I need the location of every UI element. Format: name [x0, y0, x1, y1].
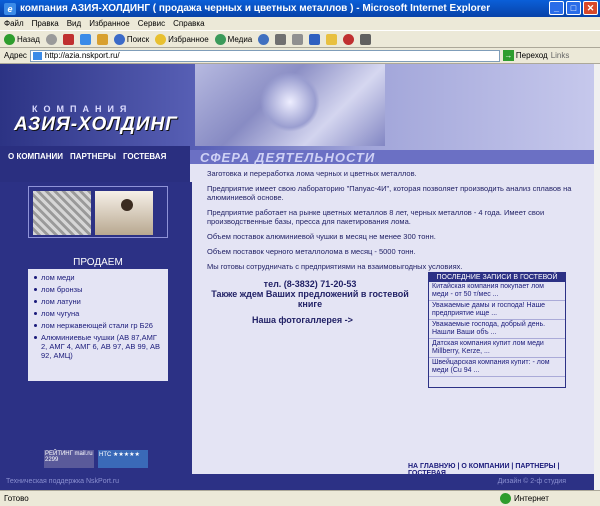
- sells-box: ПРОДАЕМ лом меди лом бронзы лом латуни л…: [27, 256, 169, 382]
- address-label: Адрес: [4, 51, 27, 60]
- zone-label: Интернет: [514, 494, 549, 503]
- address-bar: Адрес http://azia.nskport.ru/ → Переход …: [0, 48, 600, 64]
- content-paragraph: Объем поставок алюминиевой чушки в месяц…: [207, 232, 436, 241]
- guestbook-entry[interactable]: Датская компания купит лом меди Millberr…: [429, 339, 565, 358]
- history-icon[interactable]: [258, 33, 270, 45]
- home-icon[interactable]: [96, 33, 108, 45]
- search-label: Поиск: [126, 34, 150, 44]
- folder-icon[interactable]: [326, 33, 338, 45]
- toolbar: Назад Поиск Избранное Медиа: [0, 30, 600, 48]
- content-paragraph: Предприятие имеет свою лабораторию "Папу…: [207, 184, 572, 202]
- nav-about[interactable]: О КОМПАНИИ: [8, 152, 63, 161]
- contact-block: тел. (8-3832) 71-20-53 Также ждем Ваших …: [210, 279, 410, 309]
- page-viewport: КОМПАНИЯ АЗИЯ-ХОЛДИНГ О КОМПАНИИ ПАРТНЕР…: [0, 64, 594, 490]
- sells-item[interactable]: лом латуни: [34, 297, 164, 306]
- photo-thumbnails: [28, 186, 168, 238]
- print-icon[interactable]: [292, 33, 304, 45]
- menu-edit[interactable]: Правка: [32, 19, 59, 28]
- sells-title: ПРОДАЕМ: [28, 257, 168, 269]
- nav-guestbook[interactable]: ГОСТЕВАЯ: [123, 152, 166, 161]
- site-logo[interactable]: АЗИЯ-ХОЛДИНГ: [14, 114, 178, 136]
- status-text: Готово: [4, 494, 29, 503]
- ie-icon: e: [4, 2, 16, 15]
- close-button[interactable]: ✕: [583, 1, 598, 15]
- search-icon: [113, 33, 125, 45]
- main-nav: О КОМПАНИИ ПАРТНЕРЫ ГОСТЕВАЯ: [8, 152, 166, 161]
- menu-tools[interactable]: Сервис: [138, 19, 165, 28]
- refresh-icon[interactable]: [79, 33, 91, 45]
- sells-item[interactable]: лом нержавеющей стали гр Б26: [34, 321, 164, 330]
- window-titlebar: e компания АЗИЯ-ХОЛДИНГ ( продажа черных…: [0, 0, 600, 17]
- tech-support-link[interactable]: Техническая поддержка NskPort.ru: [6, 478, 119, 485]
- sells-item[interactable]: лом чугуна: [34, 309, 164, 318]
- media-label: Медиа: [227, 34, 253, 44]
- media-button[interactable]: Медиа: [214, 33, 253, 45]
- guestbook-title: ПОСЛЕДНИЕ ЗАПИСИ В ГОСТЕВОЙ: [429, 273, 565, 282]
- messenger-icon[interactable]: [360, 33, 372, 45]
- design-credit[interactable]: Дизайн © 2-ф студия: [498, 478, 566, 485]
- guestbook-entry[interactable]: Уважаемые дамы и господа! Наше предприят…: [429, 301, 565, 320]
- security-zone: Интернет: [500, 493, 549, 504]
- sells-list: лом меди лом бронзы лом латуни лом чугун…: [28, 269, 168, 360]
- go-button[interactable]: → Переход: [502, 50, 548, 61]
- stop-icon[interactable]: [62, 33, 74, 45]
- maximize-button[interactable]: □: [566, 1, 581, 15]
- content-paragraph: Мы готовы сотрудничать с предприятиями н…: [207, 262, 463, 271]
- forward-arrow-icon[interactable]: [45, 33, 57, 45]
- content-paragraph: Предприятие работает на рынке цветных ме…: [207, 208, 545, 226]
- menu-help[interactable]: Справка: [173, 19, 204, 28]
- star-icon: [155, 33, 167, 45]
- content-paragraph: Заготовка и переработка лома черных и цв…: [207, 169, 417, 178]
- minimize-button[interactable]: _: [549, 1, 564, 15]
- edit-icon[interactable]: [309, 33, 321, 45]
- media-icon: [214, 33, 226, 45]
- main-content: Заготовка и переработка лома черных и цв…: [207, 169, 582, 277]
- content-paragraph: Объем поставок черного металлолома в мес…: [207, 247, 416, 256]
- mail-icon[interactable]: [275, 33, 287, 45]
- rating-counter-value: 2299: [45, 457, 59, 463]
- guestbook-entry[interactable]: Уважаемые господа, добрый день. Нашли Ва…: [429, 320, 565, 339]
- go-arrow-icon: →: [502, 50, 514, 61]
- links-label[interactable]: Links: [551, 51, 570, 60]
- logo-subtitle: КОМПАНИЯ: [32, 104, 133, 114]
- go-label: Переход: [515, 51, 548, 60]
- menu-file[interactable]: Файл: [4, 19, 24, 28]
- footer-bar: Техническая поддержка NskPort.ru Дизайн …: [0, 474, 594, 490]
- favorites-label: Избранное: [168, 34, 209, 44]
- sells-item[interactable]: Алюминиевые чушки (АВ 87,АМГ 2, АМГ 4, А…: [34, 333, 164, 360]
- favorites-button[interactable]: Избранное: [155, 33, 209, 45]
- guestbook-entry[interactable]: Швейцарская компания купит: - лом меди (…: [429, 358, 565, 377]
- at-icon[interactable]: [343, 33, 355, 45]
- photo-gallery-link[interactable]: Наша фотогаллерея ->: [252, 315, 353, 325]
- counters: РЕЙТИНГ mail.ru 2299 HTC ★★★★★: [44, 450, 148, 468]
- address-input[interactable]: http://azia.nskport.ru/: [29, 49, 500, 62]
- guestbook-invite[interactable]: Также ждем Ваших предложений в гостевой …: [210, 289, 410, 309]
- office-photo[interactable]: [95, 191, 153, 235]
- menu-favorites[interactable]: Избранное: [89, 19, 130, 28]
- sells-item[interactable]: лом меди: [34, 273, 164, 282]
- guestbook-box: ПОСЛЕДНИЕ ЗАПИСИ В ГОСТЕВОЙ Китайская ко…: [428, 272, 566, 388]
- back-button[interactable]: Назад: [4, 33, 40, 45]
- htc-counter[interactable]: HTC ★★★★★: [98, 450, 148, 468]
- menu-bar: Файл Правка Вид Избранное Сервис Справка: [0, 17, 600, 30]
- sells-item[interactable]: лом бронзы: [34, 285, 164, 294]
- back-label: Назад: [17, 34, 40, 44]
- rating-counter[interactable]: РЕЙТИНГ mail.ru 2299: [44, 450, 94, 468]
- scrap-metal-photo[interactable]: [33, 191, 91, 235]
- nav-partners[interactable]: ПАРТНЕРЫ: [70, 152, 116, 161]
- back-arrow-icon: [4, 33, 15, 45]
- globe-icon: [500, 493, 511, 504]
- search-button[interactable]: Поиск: [113, 33, 150, 45]
- vertical-scrollbar[interactable]: [594, 64, 600, 490]
- section-title: СФЕРА ДЕЯТЕЛЬНОСТИ: [200, 150, 376, 165]
- status-bar: Готово Интернет: [0, 490, 600, 506]
- header-photo-accent: [260, 72, 320, 132]
- menu-view[interactable]: Вид: [67, 19, 81, 28]
- phone-number: тел. (8-3832) 71-20-53: [263, 279, 357, 289]
- window-title: компания АЗИЯ-ХОЛДИНГ ( продажа черных и…: [20, 3, 491, 14]
- guestbook-entry[interactable]: Китайская компания покупает лом меди - о…: [429, 282, 565, 301]
